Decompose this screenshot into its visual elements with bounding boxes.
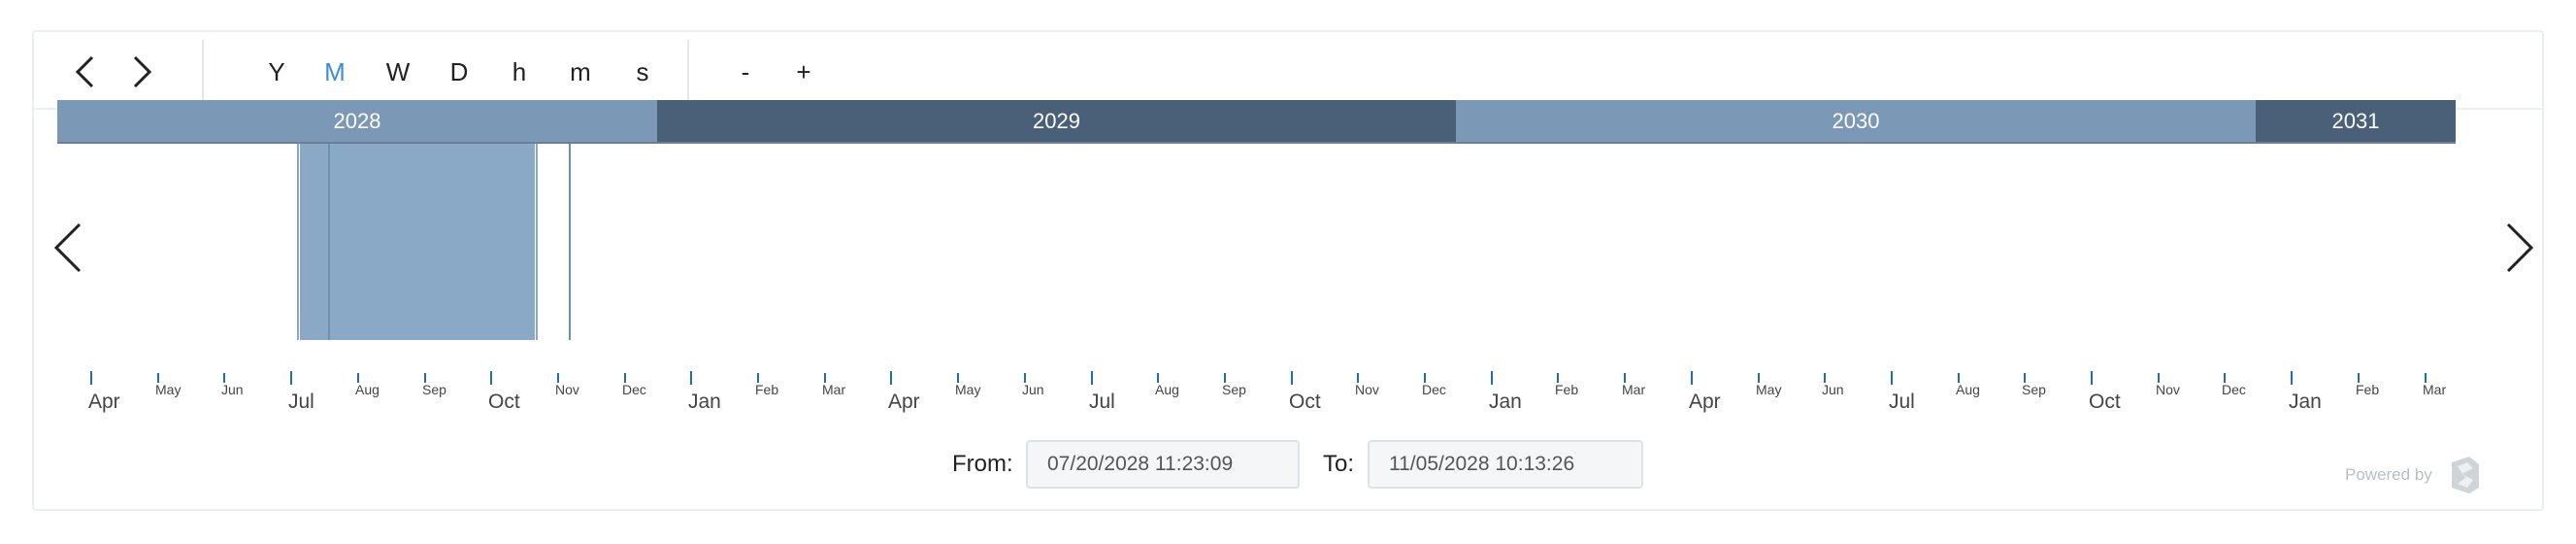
month-label: Sep xyxy=(422,382,446,397)
month-label: Dec xyxy=(1422,382,1446,397)
month-label: Mar xyxy=(822,382,846,397)
year-band: 2028 2029 2030 2031 xyxy=(57,100,2456,143)
month-label: Feb xyxy=(2356,382,2380,397)
from-date-input[interactable]: 07/20/2028 11:23:09 xyxy=(1026,440,1300,489)
month-label: Jun xyxy=(1022,382,1044,397)
month-label: Jul xyxy=(1889,391,1915,413)
month-tick xyxy=(1091,371,1093,385)
month-tick xyxy=(2091,371,2093,385)
range-end-handle[interactable] xyxy=(569,144,571,340)
from-label: From: xyxy=(952,451,1013,477)
unit-button-M[interactable]: M xyxy=(315,50,354,94)
unit-button-D[interactable]: D xyxy=(440,50,479,94)
month-label: Aug xyxy=(1956,382,1980,397)
month-label: Nov xyxy=(555,382,579,397)
month-label: Aug xyxy=(355,382,380,397)
month-tick xyxy=(1891,371,1893,385)
chevron-left-icon xyxy=(53,222,82,273)
month-label: Oct xyxy=(488,391,520,413)
to-date-input[interactable]: 11/05/2028 10:13:26 xyxy=(1368,440,1643,489)
month-label: May xyxy=(955,382,981,397)
chevron-right-icon xyxy=(133,55,152,88)
next-period-button[interactable] xyxy=(119,50,164,94)
month-label: Feb xyxy=(1555,382,1579,397)
unit-button-W[interactable]: W xyxy=(379,50,417,94)
month-tick xyxy=(290,371,292,385)
unit-button-Y[interactable]: Y xyxy=(257,50,296,94)
month-label: Oct xyxy=(2089,391,2121,413)
year-segment[interactable]: 2031 xyxy=(2256,100,2456,143)
to-label: To: xyxy=(1323,451,1355,477)
month-label: May xyxy=(155,382,182,397)
range-start-handle[interactable] xyxy=(328,144,330,340)
month-label: Oct xyxy=(1289,391,1321,413)
scroll-right-button[interactable] xyxy=(2500,219,2539,277)
month-tick xyxy=(690,371,692,385)
month-tick xyxy=(90,371,92,385)
chevron-left-icon xyxy=(75,55,94,88)
zoom-out-button[interactable]: - xyxy=(723,50,768,94)
year-segment[interactable]: 2028 xyxy=(57,100,657,143)
month-tick xyxy=(490,371,492,385)
unit-button-m[interactable]: m xyxy=(561,50,600,94)
month-label: Jun xyxy=(221,382,244,397)
month-label: Jan xyxy=(2289,391,2322,413)
unit-button-h[interactable]: h xyxy=(500,50,539,94)
brand-logo-icon xyxy=(2451,457,2479,493)
powered-by-label: Powered by xyxy=(2345,465,2432,484)
month-label: Jul xyxy=(288,391,314,413)
month-tick xyxy=(890,371,892,385)
month-tick xyxy=(1491,371,1493,385)
zoom-in-button[interactable]: + xyxy=(781,50,826,94)
month-label: Jul xyxy=(1089,391,1115,413)
month-label: Apr xyxy=(888,391,920,413)
month-label: Nov xyxy=(1355,382,1379,397)
toolbar-divider xyxy=(687,40,689,102)
month-label: Nov xyxy=(2156,382,2180,397)
month-label: Aug xyxy=(1155,382,1179,397)
month-label: Dec xyxy=(622,382,646,397)
month-label: Jan xyxy=(688,391,721,413)
month-label: Dec xyxy=(2222,382,2246,397)
month-tick xyxy=(1291,371,1293,385)
month-label: Mar xyxy=(2423,382,2447,397)
month-label: Mar xyxy=(1622,382,1646,397)
year-segment[interactable]: 2030 xyxy=(1456,100,2256,143)
month-tick xyxy=(2291,371,2293,385)
prev-period-button[interactable] xyxy=(63,50,108,94)
month-label: Sep xyxy=(1222,382,1246,397)
scroll-left-button[interactable] xyxy=(49,219,87,277)
powered-by: Powered by xyxy=(2345,453,2485,497)
unit-button-s[interactable]: s xyxy=(623,50,662,94)
month-label: Apr xyxy=(88,391,120,413)
timeline-toolbar: YMWDhms - + xyxy=(34,32,2542,110)
month-label: Jan xyxy=(1489,391,1522,413)
month-label: Feb xyxy=(755,382,779,397)
month-tick xyxy=(1691,371,1693,385)
year-segment[interactable]: 2029 xyxy=(657,100,1456,143)
selected-range[interactable] xyxy=(296,144,539,340)
month-label: Sep xyxy=(2022,382,2046,397)
month-label: Jun xyxy=(1822,382,1844,397)
toolbar-divider xyxy=(202,40,204,102)
month-label: Apr xyxy=(1689,391,1721,413)
chevron-right-icon xyxy=(2506,222,2534,273)
month-label: May xyxy=(1756,382,1782,397)
